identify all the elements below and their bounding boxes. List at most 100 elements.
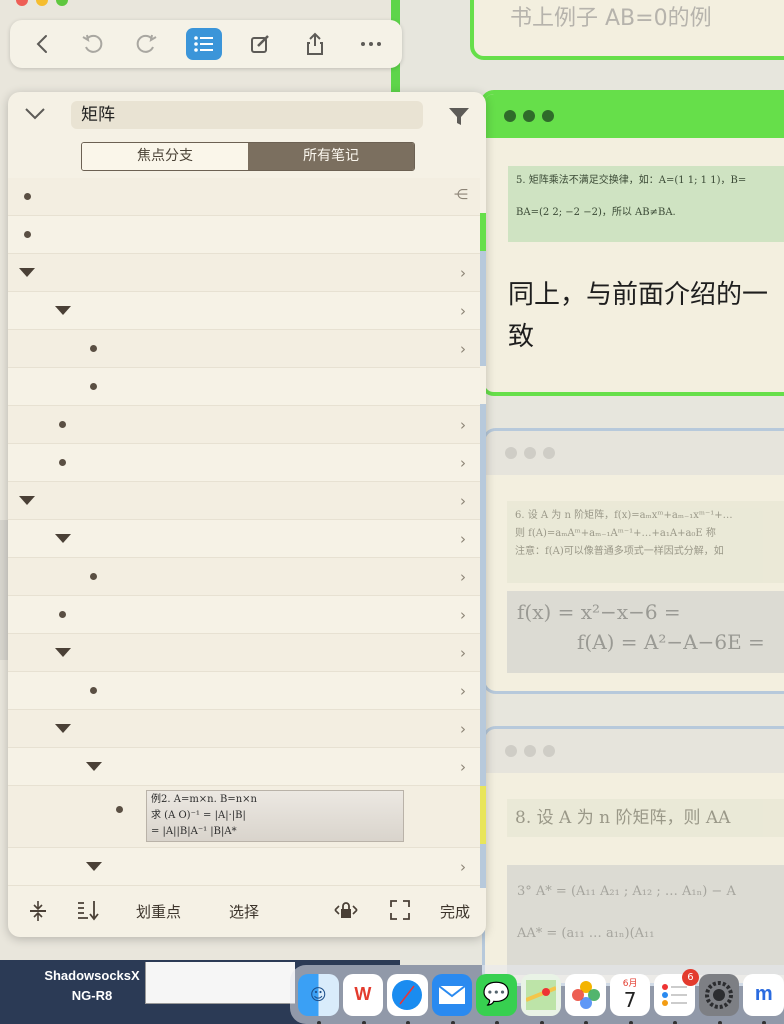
finder-icon[interactable]: ☺ bbox=[298, 973, 339, 1024]
undo-button[interactable] bbox=[74, 28, 110, 60]
outline-row[interactable]: › bbox=[8, 444, 480, 482]
chevron-right-icon[interactable]: › bbox=[460, 492, 466, 510]
redo-button[interactable] bbox=[129, 28, 165, 60]
chevron-right-icon[interactable]: › bbox=[460, 606, 466, 624]
chevron-right-icon[interactable]: › bbox=[460, 416, 466, 434]
card-2-scan-image: 5. 矩阵乘法不满足交换律，如：A=(1 1; 1 1)，B= BA=(2 2;… bbox=[508, 166, 784, 242]
chevron-right-icon[interactable]: › bbox=[460, 644, 466, 662]
chevron-right-icon[interactable]: › bbox=[460, 568, 466, 586]
note-card-1[interactable]: 书上例子 AB=0的例 bbox=[470, 0, 784, 60]
sort-button[interactable] bbox=[76, 899, 100, 925]
card-1-title: 书上例子 AB=0的例 bbox=[510, 6, 712, 31]
calendar-icon[interactable]: 6月 7 bbox=[609, 973, 651, 1024]
disclosure-triangle-icon[interactable] bbox=[86, 862, 102, 871]
expand-collapse-icon bbox=[30, 901, 46, 921]
outline-row[interactable]: › bbox=[8, 292, 480, 330]
card-3-header[interactable] bbox=[485, 431, 784, 475]
outline-row[interactable]: › bbox=[8, 520, 480, 558]
thumbnail-line: = |A||B|A⁻¹ |B|A* bbox=[151, 826, 237, 837]
hand-line: f(A) = A²−A−6E = bbox=[577, 630, 765, 654]
outline-row[interactable]: › bbox=[8, 330, 480, 368]
note-card-3[interactable]: 6. 设 A 为 n 阶矩阵，f(x)=aₘxᵐ+aₘ₋₁xᵐ⁻¹+… 则 f(… bbox=[482, 428, 784, 694]
calendar-day: 7 bbox=[623, 987, 637, 1012]
highlight-button[interactable]: 划重点 bbox=[136, 901, 181, 922]
outline-row[interactable] bbox=[8, 216, 480, 254]
maps-icon[interactable] bbox=[520, 973, 562, 1024]
outline-row[interactable] bbox=[8, 368, 480, 406]
outline-row-image[interactable]: 例2. A=m×n. B=n×n 求 (A O)⁻¹ = |A|·|B| = |… bbox=[8, 786, 480, 848]
disclosure-triangle-icon[interactable] bbox=[19, 496, 35, 505]
scan-line: BA=(2 2; −2 −2)，所以 AB≠BA. bbox=[516, 207, 676, 218]
chevron-right-icon[interactable]: › bbox=[460, 340, 466, 358]
outline-row[interactable]: › bbox=[8, 596, 480, 634]
disclosure-triangle-icon[interactable] bbox=[55, 648, 71, 657]
card-2-header[interactable] bbox=[484, 94, 784, 138]
filter-icon bbox=[449, 108, 469, 125]
outline-row[interactable]: › bbox=[8, 254, 480, 292]
minimize-window-button[interactable] bbox=[36, 0, 48, 6]
chevron-right-icon[interactable]: › bbox=[460, 682, 466, 700]
reminders-icon[interactable]: 6 bbox=[654, 968, 699, 1024]
chevron-right-icon[interactable]: › bbox=[460, 302, 466, 320]
messages-icon[interactable]: 💬 bbox=[476, 973, 517, 1024]
outline-row[interactable]: › bbox=[8, 482, 480, 520]
edit-button[interactable] bbox=[242, 28, 278, 60]
card-4-handwriting-image: 3° A* = (A₁₁ A₂₁ ; A₁₂ ; … A₁ₙ) − A AA* … bbox=[507, 865, 784, 975]
disclosure-triangle-icon[interactable] bbox=[55, 306, 71, 315]
done-button[interactable]: 完成 bbox=[440, 901, 470, 922]
hand-line: 3° A* = (A₁₁ A₂₁ ; A₁₂ ; … A₁ₙ) − A bbox=[517, 884, 736, 899]
yellow-branch-marker bbox=[480, 786, 486, 844]
expand-collapse-button[interactable] bbox=[28, 899, 48, 927]
system-settings-icon[interactable] bbox=[698, 973, 740, 1024]
chevron-right-icon[interactable]: › bbox=[460, 720, 466, 738]
disclosure-triangle-icon[interactable] bbox=[86, 762, 102, 771]
chevron-right-icon[interactable]: › bbox=[460, 264, 466, 282]
more-icon bbox=[361, 42, 381, 46]
segment-all-notes[interactable]: 所有笔记 bbox=[248, 143, 414, 170]
outline-row[interactable]: › bbox=[8, 710, 480, 748]
chevron-right-icon[interactable]: › bbox=[460, 530, 466, 548]
share-icon bbox=[307, 32, 323, 55]
mail-icon[interactable] bbox=[431, 973, 473, 1024]
marginnote-icon[interactable]: m bbox=[743, 973, 784, 1024]
outline-row[interactable]: › bbox=[8, 634, 480, 672]
safari-icon[interactable] bbox=[387, 973, 428, 1024]
desktop-app-label[interactable]: ShadowsocksX NG-R8 bbox=[30, 966, 154, 1006]
chevron-right-icon[interactable]: › bbox=[460, 858, 466, 876]
back-button[interactable] bbox=[24, 28, 60, 60]
segment-focus-branch[interactable]: 焦点分支 bbox=[82, 143, 248, 170]
filter-button[interactable] bbox=[448, 106, 470, 130]
lock-button[interactable] bbox=[332, 899, 360, 925]
scan-line: 6. 设 A 为 n 阶矩阵，f(x)=aₘxᵐ+aₘ₋₁xᵐ⁻¹+… bbox=[515, 510, 733, 521]
share-button[interactable] bbox=[297, 28, 333, 60]
outline-row[interactable]: › bbox=[8, 406, 480, 444]
fullscreen-button[interactable] bbox=[389, 899, 411, 925]
chevron-left-icon bbox=[36, 35, 47, 53]
chevron-right-icon[interactable]: › bbox=[460, 454, 466, 472]
outline-row[interactable]: › bbox=[8, 748, 480, 786]
topic-title-field[interactable]: 矩阵 bbox=[71, 101, 423, 129]
outline-row[interactable]: › bbox=[8, 672, 480, 710]
card-4-header[interactable] bbox=[485, 729, 784, 773]
wps-office-icon[interactable]: W bbox=[342, 973, 384, 1024]
disclosure-triangle-icon[interactable] bbox=[55, 724, 71, 733]
outline-row[interactable]: › bbox=[8, 558, 480, 596]
note-card-4[interactable]: 8. 设 A 为 n 阶矩阵，则 AA 3° A* = (A₁₁ A₂₁ ; A… bbox=[482, 726, 784, 986]
disclosure-triangle-icon[interactable] bbox=[19, 268, 35, 277]
zoom-window-button[interactable] bbox=[56, 0, 68, 6]
branch-icon[interactable]: ⋲ bbox=[454, 187, 468, 203]
edit-icon bbox=[251, 35, 269, 53]
close-window-button[interactable] bbox=[16, 0, 28, 6]
note-card-2[interactable]: 5. 矩阵乘法不满足交换律，如：A=(1 1; 1 1)，B= BA=(2 2;… bbox=[480, 90, 784, 396]
outline-row[interactable]: › bbox=[8, 848, 480, 886]
photos-icon[interactable] bbox=[565, 973, 606, 1024]
outline-view-button[interactable] bbox=[186, 28, 222, 60]
collapse-button[interactable] bbox=[24, 106, 46, 125]
more-button[interactable] bbox=[353, 28, 389, 60]
outline-row[interactable]: ⋲ bbox=[8, 178, 480, 216]
select-button[interactable]: 选择 bbox=[229, 901, 259, 922]
handwritten-note-thumbnail[interactable]: 例2. A=m×n. B=n×n 求 (A O)⁻¹ = |A|·|B| = |… bbox=[146, 790, 404, 842]
disclosure-triangle-icon[interactable] bbox=[55, 534, 71, 543]
chevron-right-icon[interactable]: › bbox=[460, 758, 466, 776]
window-controls bbox=[16, 0, 68, 6]
